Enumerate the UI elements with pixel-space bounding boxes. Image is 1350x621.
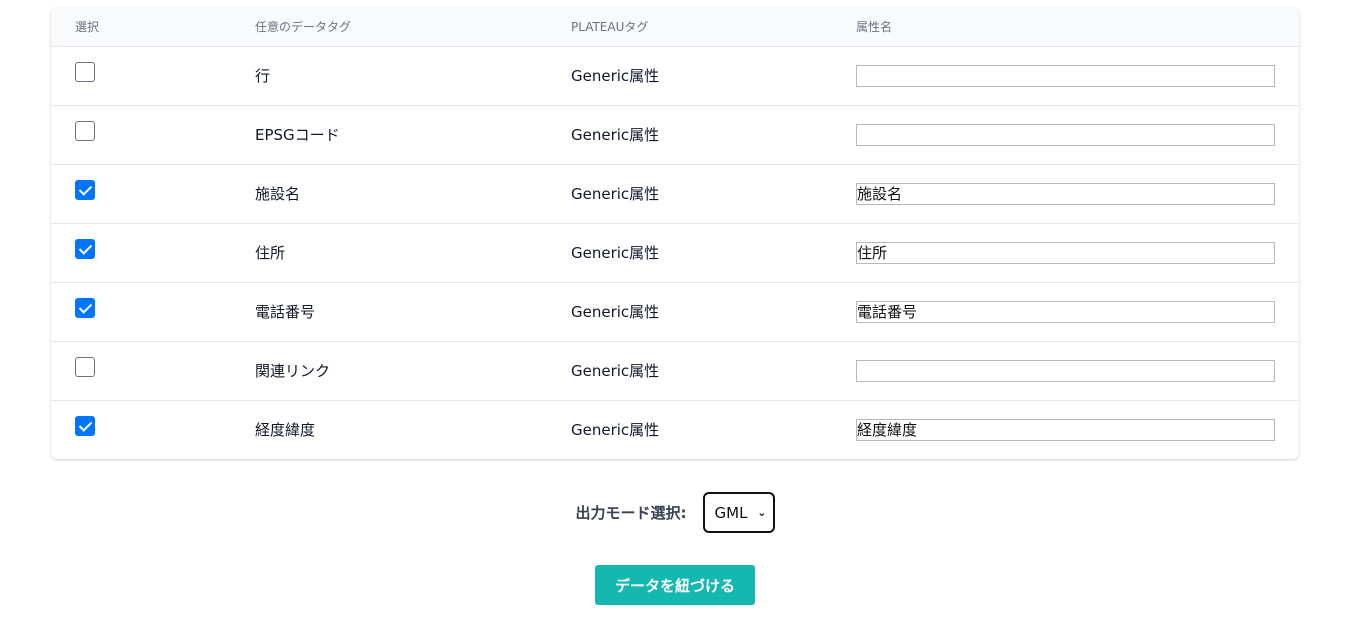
row-select-checkbox[interactable] [75, 179, 95, 200]
table-row: 関連リンク Generic属性 [51, 341, 1299, 400]
row-select-checkbox[interactable] [75, 297, 95, 318]
link-data-button[interactable]: データを紐づける [595, 565, 755, 605]
data-tag-cell: 行 [255, 67, 271, 85]
attr-name-input[interactable] [856, 123, 1275, 146]
table-row: EPSGコード Generic属性 [51, 105, 1299, 164]
output-mode-label: 出力モード選択: [575, 504, 687, 522]
data-tag-cell: 経度緯度 [255, 421, 316, 440]
data-tag-cell: 電話番号 [255, 303, 316, 321]
table-header-row: 選択 任意のデータタグ PLATEAUタグ 属性名 [51, 7, 1299, 47]
data-tag-cell: 施設名 [255, 185, 301, 203]
output-mode-selected-value: GML [714, 503, 748, 522]
data-tag-cell: EPSGコード [255, 126, 340, 144]
row-select-checkbox[interactable] [75, 120, 95, 141]
attr-name-input[interactable] [856, 64, 1275, 87]
output-mode-select[interactable]: GML ⌄ [702, 492, 775, 533]
header-attr-name: 属性名 [856, 7, 1299, 47]
header-data-tag: 任意のデータタグ [255, 7, 571, 47]
plateau-tag-cell: Generic属性 [571, 185, 660, 203]
plateau-tag-cell: Generic属性 [571, 126, 660, 144]
attr-name-input[interactable] [856, 418, 1275, 441]
data-tag-cell: 住所 [255, 244, 286, 262]
plateau-tag-cell: Generic属性 [571, 303, 660, 321]
mapping-table-card: 選択 任意のデータタグ PLATEAUタグ 属性名 行 Generic属性 EP… [51, 7, 1299, 459]
attr-name-input[interactable] [856, 359, 1275, 382]
data-tag-cell: 関連リンク [255, 362, 331, 380]
header-select: 選択 [51, 7, 255, 47]
plateau-tag-cell: Generic属性 [571, 362, 660, 380]
chevron-down-icon: ⌄ [757, 506, 767, 519]
attr-name-input[interactable] [856, 182, 1275, 205]
table-row: 行 Generic属性 [51, 46, 1299, 105]
attr-name-input[interactable] [856, 241, 1275, 264]
plateau-tag-cell: Generic属性 [571, 67, 660, 85]
table-row: 経度緯度 Generic属性 [51, 400, 1299, 459]
mapping-table: 選択 任意のデータタグ PLATEAUタグ 属性名 行 Generic属性 EP… [51, 7, 1299, 459]
plateau-tag-cell: Generic属性 [571, 244, 660, 262]
table-row: 施設名 Generic属性 [51, 164, 1299, 223]
plateau-tag-cell: Generic属性 [571, 421, 660, 440]
table-row: 住所 Generic属性 [51, 223, 1299, 282]
table-row: 電話番号 Generic属性 [51, 282, 1299, 341]
row-select-checkbox[interactable] [75, 356, 95, 377]
header-plateau-tag: PLATEAUタグ [571, 7, 856, 47]
attr-name-input[interactable] [856, 300, 1275, 323]
row-select-checkbox[interactable] [75, 238, 95, 259]
row-select-checkbox[interactable] [75, 61, 95, 82]
row-select-checkbox[interactable] [75, 415, 95, 436]
output-mode-row: 出力モード選択: GML ⌄ [0, 492, 1350, 533]
